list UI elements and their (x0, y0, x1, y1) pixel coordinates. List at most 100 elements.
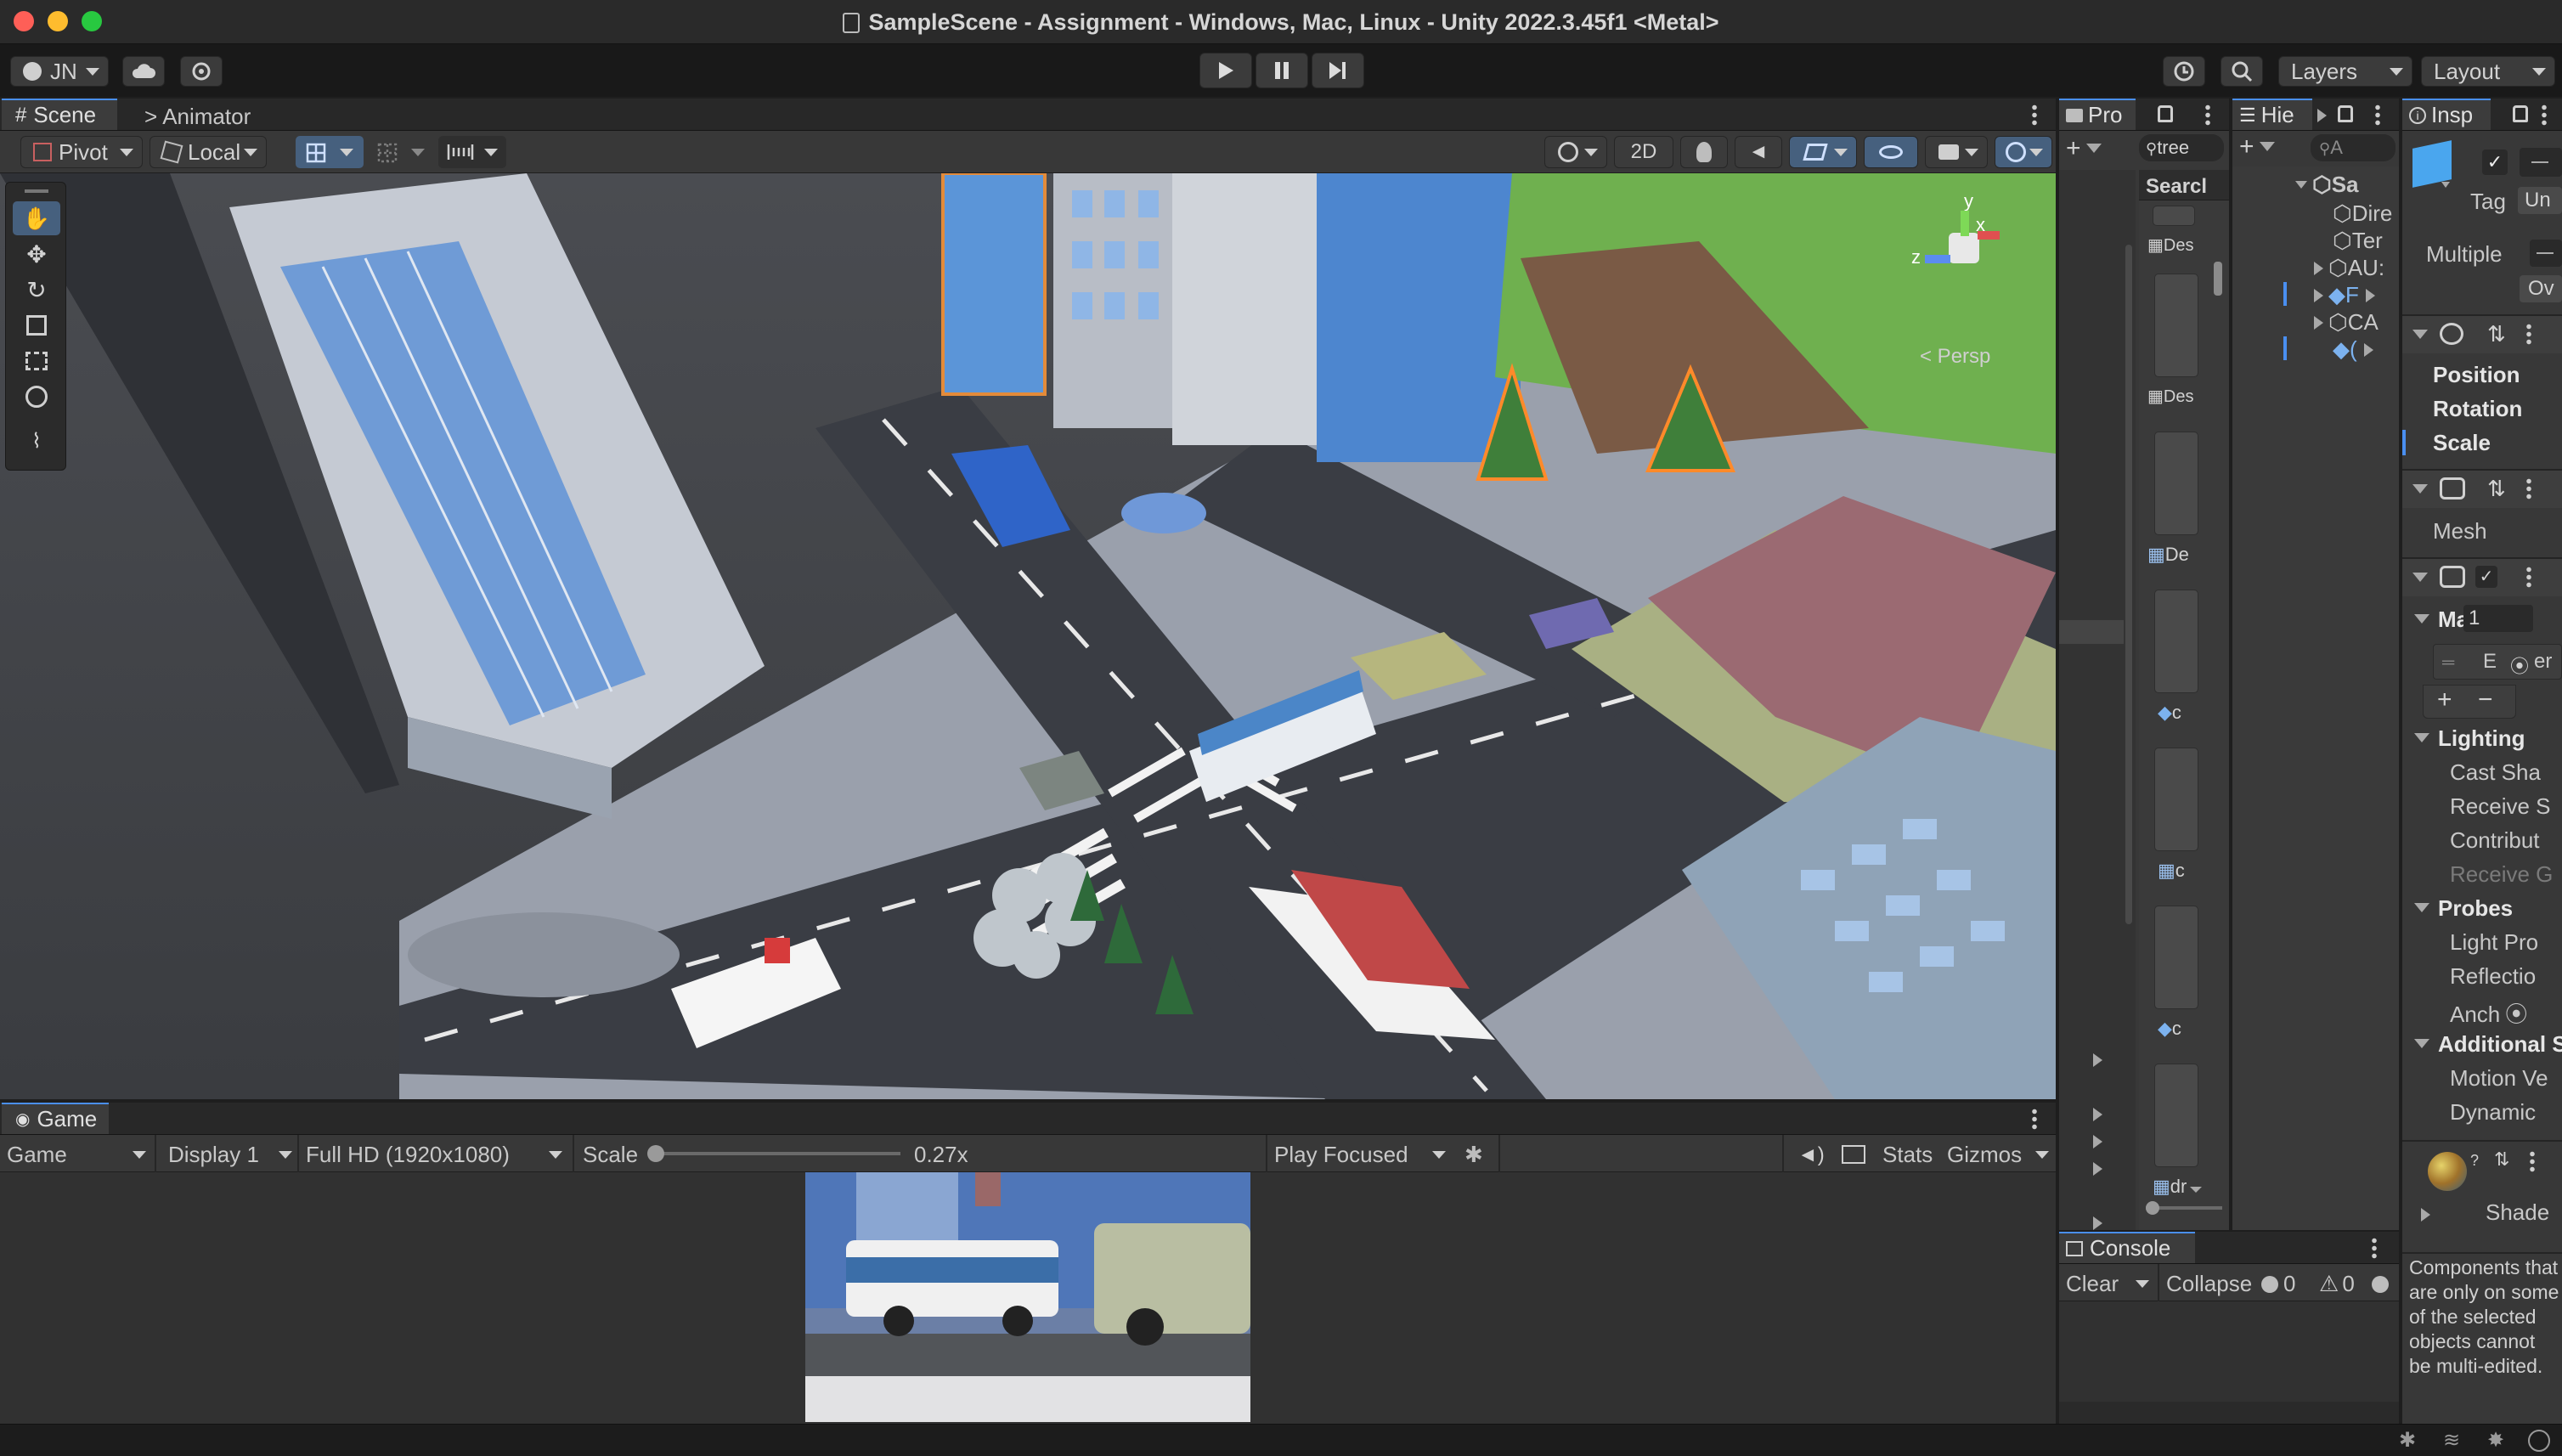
scene-root-item[interactable]: ⬡Sa (2295, 172, 2359, 198)
tab-scene[interactable]: # Scene (2, 99, 117, 130)
audio-toggle[interactable]: ◄ (1735, 136, 1782, 168)
cache-server-icon[interactable]: ≋ (2443, 1428, 2460, 1453)
mesh-renderer-header[interactable]: ✓ (2402, 559, 2562, 596)
account-dropdown[interactable]: JN (10, 56, 109, 87)
component-menu-icon[interactable] (2526, 323, 2531, 345)
asset-item[interactable]: ◆c (2158, 702, 2181, 724)
component-menu-icon[interactable] (2526, 566, 2531, 588)
tree-scrollbar[interactable] (2125, 245, 2132, 924)
rotate-tool-button[interactable]: ↻ (13, 273, 60, 307)
pause-button[interactable] (1256, 53, 1308, 88)
resolution-dropdown[interactable]: Full HD (1920x1080) (306, 1142, 569, 1167)
hierarchy-item[interactable]: ⬡CA (2314, 309, 2379, 336)
move-tool-button[interactable]: ✥ (13, 237, 60, 271)
perspective-label[interactable]: < Persp (1920, 345, 1990, 369)
scene-panel-menu-icon[interactable] (2032, 104, 2037, 126)
play-button[interactable] (1199, 53, 1252, 88)
asset-item[interactable]: ▦Des (2147, 386, 2193, 407)
asset-thumbnail[interactable] (2154, 274, 2198, 377)
drag-handle-icon[interactable]: ═ (2442, 653, 2454, 673)
hierarchy-item[interactable]: ◆F (2314, 282, 2375, 308)
asset-item[interactable]: ▦De (2147, 544, 2189, 566)
material-foldout[interactable] (2421, 1208, 2430, 1222)
grid-snap-toggle[interactable] (296, 136, 364, 168)
mesh-filter-header[interactable]: ⇅ (2402, 471, 2562, 508)
materials-foldout[interactable]: Ma (2414, 607, 2469, 633)
component-menu-icon[interactable] (2526, 477, 2531, 499)
asset-thumbnail[interactable] (2154, 906, 2198, 1009)
tab-animator[interactable]: > Animator (144, 104, 251, 130)
tab-hierarchy[interactable]: ☰ Hie (2232, 99, 2312, 130)
lock-icon[interactable] (2158, 105, 2173, 122)
gizmos-dropdown[interactable] (1995, 136, 2052, 168)
align-tools-dropdown[interactable] (438, 136, 506, 168)
asset-thumbnail[interactable] (2154, 432, 2198, 535)
layers-dropdown[interactable]: Layers (2278, 56, 2412, 87)
inspector-menu-icon[interactable] (2542, 104, 2547, 126)
camera-settings-dropdown[interactable] (1925, 136, 1988, 168)
enabled-checkbox[interactable]: ✓ (2475, 566, 2497, 588)
custom-tool-button[interactable]: ⌇ (13, 424, 60, 458)
selected-folder-row[interactable] (2059, 620, 2124, 644)
hand-tool-button[interactable]: ✋ (13, 201, 60, 235)
hierarchy-item[interactable]: ⬡Dire (2333, 200, 2392, 227)
undo-history-button[interactable] (2163, 56, 2205, 87)
project-menu-icon[interactable] (2205, 104, 2210, 126)
search-button[interactable] (2221, 56, 2263, 87)
tab-game[interactable]: ◉ Game (2, 1103, 109, 1134)
game-panel-menu-icon[interactable] (2032, 1108, 2037, 1130)
console-menu-icon[interactable] (2372, 1237, 2377, 1259)
pivot-dropdown[interactable]: Pivot (20, 136, 143, 168)
scale-tool-button[interactable] (13, 308, 60, 342)
hierarchy-item[interactable]: ⬡Ter (2333, 228, 2383, 254)
hierarchy-search-input[interactable]: ⚲A (2311, 134, 2396, 161)
cloud-button[interactable] (122, 56, 165, 87)
probes-foldout[interactable]: Probes (2414, 895, 2513, 922)
rect-tool-button[interactable] (13, 344, 60, 378)
material-menu-icon[interactable] (2530, 1150, 2535, 1172)
project-search-input[interactable]: ⚲tree (2139, 134, 2224, 161)
increment-snap-toggle[interactable] (370, 136, 432, 168)
asset-thumbnail[interactable] (2154, 590, 2198, 693)
asset-item[interactable]: ▦Des (2147, 234, 2193, 256)
create-asset-button[interactable]: + (2066, 134, 2102, 163)
overrides-dropdown[interactable]: Ov (2520, 275, 2562, 302)
audio-mute-button[interactable]: ◄) (1797, 1143, 1825, 1167)
error-count-toggle[interactable] (2372, 1271, 2389, 1297)
clear-dropdown[interactable]: Clear (2066, 1271, 2154, 1296)
object-picker-icon[interactable]: ⦿ (2510, 652, 2529, 679)
lighting-foldout[interactable]: Lighting (2414, 725, 2525, 752)
lock-icon[interactable] (2513, 105, 2528, 122)
info-count-toggle[interactable]: 0 (2261, 1271, 2295, 1297)
tab-console[interactable]: Console (2059, 1232, 2195, 1263)
anchor-override-row[interactable]: Anch ⦿ (2450, 997, 2527, 1029)
lock-icon[interactable] (2338, 105, 2353, 122)
stats-button[interactable]: Stats (1882, 1142, 1933, 1168)
hierarchy-menu-icon[interactable] (2375, 104, 2380, 126)
materials-count-field[interactable]: 1 (2463, 605, 2533, 632)
help-icon[interactable]: ? (2470, 1152, 2479, 1170)
2d-toggle[interactable]: 2D (1614, 136, 1673, 168)
asset-item[interactable]: ◆c (2158, 1018, 2181, 1040)
display-dropdown[interactable]: Display 1 (168, 1142, 296, 1167)
multiple-field[interactable] (2530, 240, 2562, 267)
transform-header[interactable]: ⇅ (2402, 316, 2562, 353)
asset-thumbnail[interactable] (2153, 206, 2195, 226)
active-checkbox[interactable]: ✓ (2482, 150, 2508, 175)
lighting-toggle[interactable] (1680, 136, 1728, 168)
tab-overflow-icon[interactable] (2317, 109, 2327, 122)
scene-visibility-toggle[interactable] (1864, 136, 1918, 168)
layout-dropdown[interactable]: Layout (2421, 56, 2555, 87)
additional-settings-foldout[interactable]: Additional S (2414, 1031, 2562, 1058)
hierarchy-item[interactable]: ⬡AU: (2314, 255, 2384, 281)
tag-dropdown[interactable]: Un (2518, 187, 2562, 214)
scene-viewport[interactable]: ✋ ✥ ↻ ⌇ y x z < Persp (0, 173, 2056, 1099)
drag-handle[interactable] (25, 189, 48, 193)
transform-tool-button[interactable] (13, 380, 60, 414)
name-field[interactable] (2520, 148, 2562, 177)
auto-generate-lighting-icon[interactable]: ✸ (2487, 1428, 2504, 1453)
results-scrollbar[interactable] (2214, 202, 2224, 967)
step-button[interactable] (1312, 53, 1364, 88)
tab-project[interactable]: Pro (2059, 99, 2136, 130)
asset-thumbnail[interactable] (2154, 1064, 2198, 1167)
